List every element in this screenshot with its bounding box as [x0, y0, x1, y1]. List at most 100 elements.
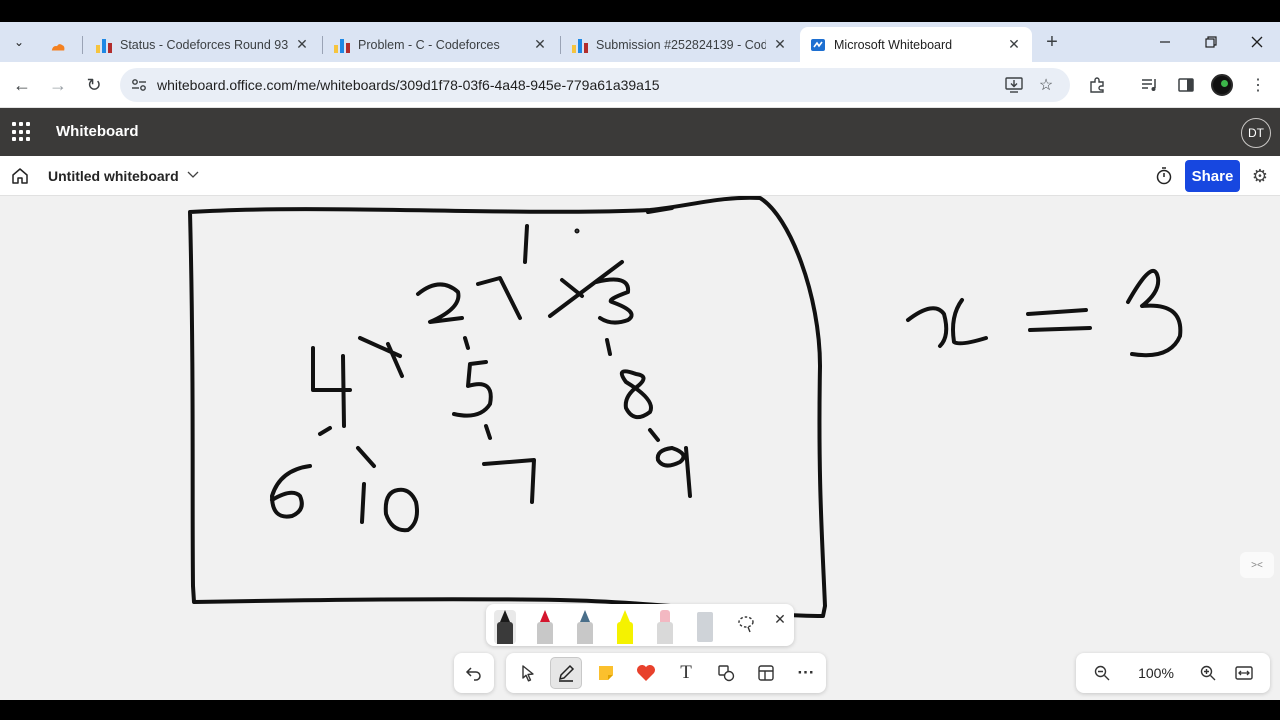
app-launcher-icon[interactable]: [12, 122, 34, 142]
ink-edge: [648, 428, 660, 442]
whiteboard-icon: [810, 37, 826, 53]
gear-icon[interactable]: ⚙: [1250, 166, 1270, 186]
pen-body: [537, 622, 553, 644]
ink-edge: [463, 336, 470, 350]
close-tab-icon[interactable]: ✕: [1006, 36, 1022, 53]
pen-tip: [540, 610, 550, 622]
blue-pen[interactable]: [574, 610, 596, 644]
shapes-icon[interactable]: [710, 657, 742, 689]
forward-icon[interactable]: →: [44, 71, 72, 99]
profile-avatar[interactable]: [1211, 74, 1233, 96]
pen-tip: [580, 610, 590, 622]
app-name: Whiteboard: [56, 123, 139, 140]
ruler-body: [697, 612, 713, 642]
ink-digit-1: [523, 224, 529, 264]
ruler-icon[interactable]: [694, 610, 716, 644]
pen-body: [577, 622, 593, 644]
app-header: Whiteboard DT: [0, 108, 1280, 156]
extensions-icon[interactable]: [1085, 73, 1109, 97]
tab-codeforces-status[interactable]: Status - Codeforces Round 936 ✕: [86, 27, 320, 62]
tab-codeforces-problem[interactable]: Problem - C - Codeforces ✕: [324, 27, 558, 62]
ink-digit-0: [383, 487, 419, 533]
ink-x-mark: [476, 276, 522, 320]
ink-edge: [484, 424, 492, 440]
main-toolbar: T ···: [506, 653, 826, 693]
user-avatar[interactable]: DT: [1241, 118, 1271, 148]
text-tool-icon[interactable]: T: [670, 657, 702, 689]
cloudflare-icon: [50, 37, 66, 53]
minimize-icon[interactable]: [1142, 28, 1188, 56]
undo-button[interactable]: [454, 653, 494, 693]
lasso-icon[interactable]: [736, 614, 756, 634]
restore-icon[interactable]: [1188, 28, 1234, 56]
pen-body: [497, 622, 513, 644]
ink-digit-5: [452, 360, 493, 418]
browser-menu-icon[interactable]: ⋮: [1246, 73, 1270, 97]
zoom-in-icon[interactable]: [1196, 661, 1220, 685]
codeforces-icon: [334, 37, 350, 53]
side-panel-icon[interactable]: [1174, 73, 1198, 97]
tab-separator: [82, 36, 83, 54]
media-controls-icon[interactable]: [1138, 73, 1162, 97]
select-tool-icon[interactable]: [512, 657, 544, 689]
home-icon[interactable]: [10, 166, 30, 186]
tab-separator: [322, 36, 323, 54]
sticky-note-icon[interactable]: [590, 657, 622, 689]
more-options-icon[interactable]: ···: [790, 657, 822, 689]
codeforces-icon: [96, 37, 112, 53]
red-pen[interactable]: [534, 610, 556, 644]
ink-cross-a: [548, 260, 624, 318]
ink-digit-4: [311, 346, 352, 428]
ink-digit-9: [655, 446, 692, 498]
close-window-icon[interactable]: [1234, 28, 1280, 56]
ink-x-mark: [358, 336, 404, 378]
undo-icon: [465, 667, 481, 681]
address-bar[interactable]: whiteboard.office.com/me/whiteboards/309…: [120, 68, 1070, 102]
zoom-level[interactable]: 100%: [1134, 665, 1178, 681]
pen-tool-icon[interactable]: [550, 657, 582, 689]
close-pen-tray-icon[interactable]: ✕: [771, 610, 789, 628]
close-tab-icon[interactable]: ✕: [532, 36, 548, 53]
close-tab-icon[interactable]: ✕: [772, 36, 788, 53]
ink-frame: [188, 196, 827, 618]
ink-edge: [605, 338, 612, 356]
codeforces-icon: [572, 37, 588, 53]
document-bar: Untitled whiteboard Share ⚙: [0, 156, 1280, 196]
screen: ⌄ Status - Codeforces Round 936 ✕ Proble…: [0, 0, 1280, 720]
eraser[interactable]: [654, 610, 676, 644]
reaction-heart-icon[interactable]: [630, 657, 662, 689]
ink-digit-6: [270, 464, 312, 519]
ink-digit-3: [594, 277, 634, 325]
ink-digit-2: [416, 282, 464, 324]
timer-icon[interactable]: [1154, 166, 1174, 186]
tab-codeforces-submission[interactable]: Submission #252824139 - Code ✕: [562, 27, 798, 62]
chevron-down-icon: [187, 170, 199, 182]
tab-cloudflare[interactable]: [40, 27, 80, 62]
bookmark-star-icon[interactable]: ☆: [1036, 75, 1056, 95]
tab-microsoft-whiteboard[interactable]: Microsoft Whiteboard ✕: [800, 27, 1032, 62]
eraser-body: [657, 622, 673, 644]
side-panel-toggle-icon[interactable]: ><: [1240, 552, 1274, 578]
back-icon[interactable]: ←: [8, 71, 36, 99]
close-tab-icon[interactable]: ✕: [294, 36, 310, 53]
new-tab-button[interactable]: +: [1040, 31, 1064, 55]
ink-digit-8: [619, 369, 653, 420]
site-info-icon[interactable]: [130, 76, 148, 94]
templates-icon[interactable]: [750, 657, 782, 689]
zoom-out-icon[interactable]: [1090, 661, 1114, 685]
ink-digit-3: [1126, 269, 1183, 358]
install-app-icon[interactable]: [1004, 75, 1024, 95]
black-pen[interactable]: [494, 610, 516, 644]
fit-to-screen-icon[interactable]: [1232, 661, 1256, 685]
ink-edge: [318, 426, 376, 468]
yellow-highlighter[interactable]: [614, 610, 636, 644]
reload-icon[interactable]: ↻: [80, 71, 108, 99]
share-button[interactable]: Share: [1185, 160, 1240, 192]
letterbox-top: [0, 0, 1280, 22]
document-title-menu[interactable]: Untitled whiteboard: [48, 168, 199, 184]
pen-tip: [500, 610, 510, 622]
pen-tray: ✕: [486, 604, 794, 646]
tab-title: Submission #252824139 - Code: [596, 37, 766, 52]
tab-title: Microsoft Whiteboard: [834, 37, 953, 52]
tab-search-button[interactable]: ⌄: [6, 29, 32, 55]
